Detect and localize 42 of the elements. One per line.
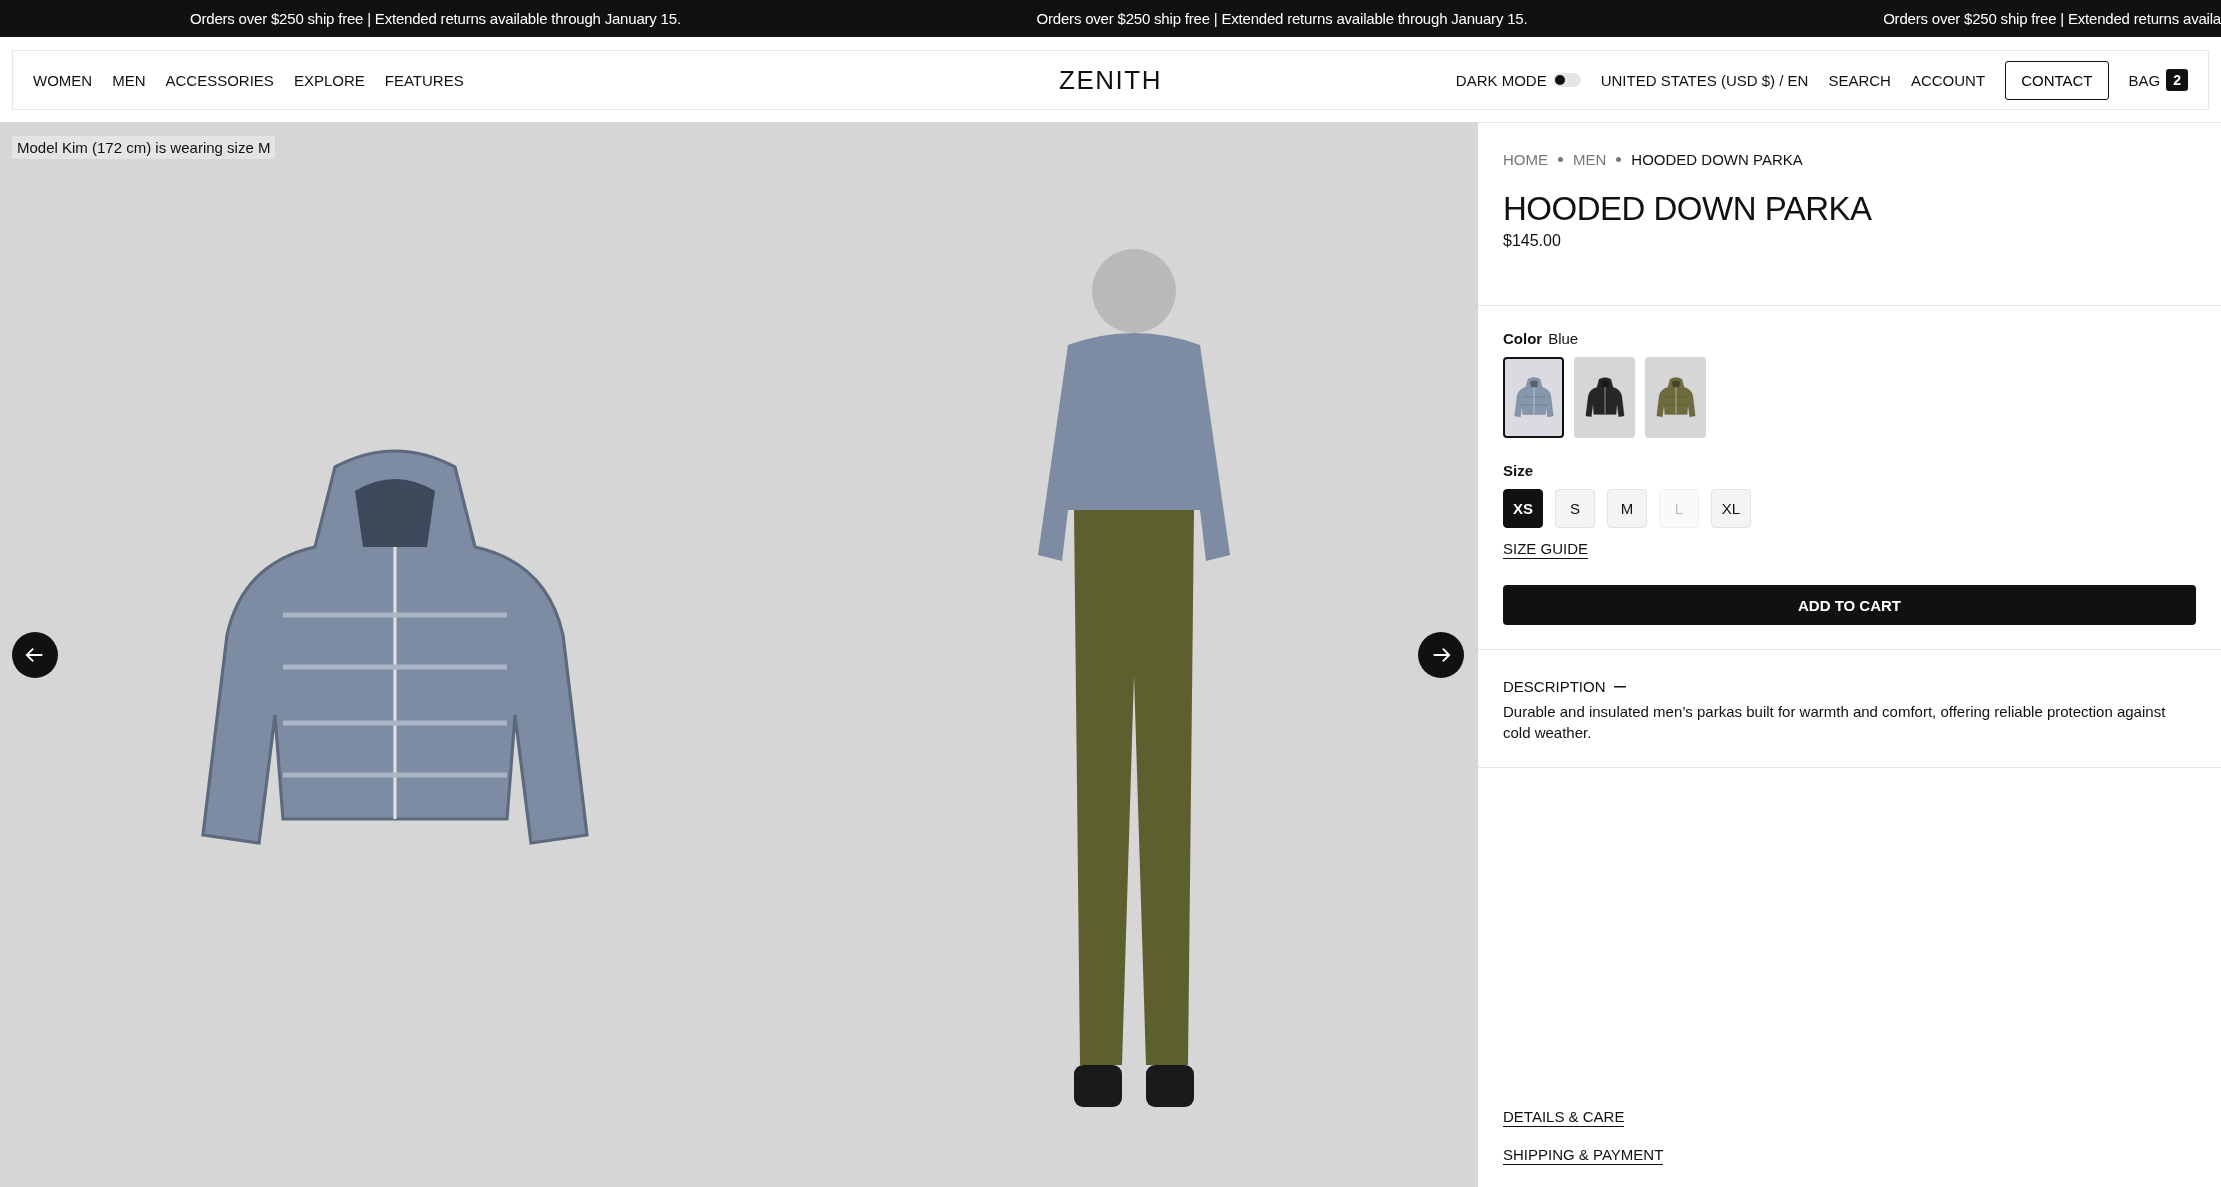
account-link[interactable]: ACCOUNT	[1910, 71, 1986, 89]
bag-link[interactable]: BAG	[2128, 71, 2161, 89]
size-option[interactable]: XS	[1503, 489, 1543, 528]
product-title: HOODED DOWN PARKA	[1503, 190, 1873, 228]
color-swatch[interactable]	[1574, 357, 1635, 438]
nav-link[interactable]: WOMEN	[33, 71, 93, 89]
announcement-text: Orders over $250 ship free | Extended returns availa	[1883, 10, 2221, 27]
size-option[interactable]: XL	[1711, 489, 1751, 528]
breadcrumb-link[interactable]: HOODED DOWN PARKA	[1631, 151, 1803, 168]
nav-link[interactable]: EXPLORE	[293, 71, 365, 89]
nav-link[interactable]: FEATURES	[384, 71, 464, 89]
minus-icon	[1613, 685, 1626, 688]
bag-count-badge: 2	[2166, 69, 2188, 91]
breadcrumb-link[interactable]: MEN	[1573, 151, 1607, 168]
size-label: Size	[1503, 462, 1533, 479]
info-link[interactable]: DETAILS & CARE	[1503, 1108, 1625, 1127]
search-link[interactable]: SEARCH	[1828, 71, 1891, 89]
color-swatch[interactable]	[1503, 357, 1564, 438]
size-guide-link[interactable]: SIZE GUIDE	[1503, 540, 1588, 559]
previous-arrow-button[interactable]	[12, 632, 58, 678]
breadcrumb-link[interactable]: HOME	[1503, 151, 1548, 168]
info-link[interactable]: SHIPPING & PAYMENT	[1503, 1146, 1664, 1165]
description-text: Durable and insulated men’s parkas built for warmth and comfort, offering reliable protection against cold weather.	[1503, 702, 2167, 743]
dark-mode-toggle[interactable]	[1552, 73, 1581, 87]
model-caption: Model Kim (172 cm) is wearing size M	[12, 136, 276, 159]
product-price: $145.00	[1503, 232, 1562, 250]
contact-button[interactable]: CONTACT	[2005, 60, 2109, 100]
nav-link[interactable]: ACCESSORIES	[165, 71, 274, 89]
description-toggle[interactable]: DESCRIPTION	[1503, 678, 1626, 695]
size-option[interactable]: M	[1607, 489, 1647, 528]
color-swatch[interactable]	[1645, 357, 1706, 438]
announcement-text: Orders over $250 ship free | Extended returns available through January 15.	[190, 10, 681, 27]
announcement-text: Orders over $250 ship free | Extended returns available through January 15.	[1036, 10, 1528, 27]
locale-link[interactable]: UNITED STATES (USD $) / EN	[1600, 71, 1809, 89]
dark-mode-label: DARK MODE	[1455, 71, 1547, 89]
color-label: Color	[1503, 330, 1543, 347]
size-option[interactable]: S	[1555, 489, 1595, 528]
add-to-cart-button[interactable]: ADD TO CART	[1503, 585, 2196, 625]
nav-link[interactable]: MEN	[112, 71, 146, 89]
logo[interactable]: ZENITH	[1059, 64, 1162, 96]
color-value: Blue	[1548, 330, 1579, 347]
next-arrow-button[interactable]	[1418, 632, 1464, 678]
